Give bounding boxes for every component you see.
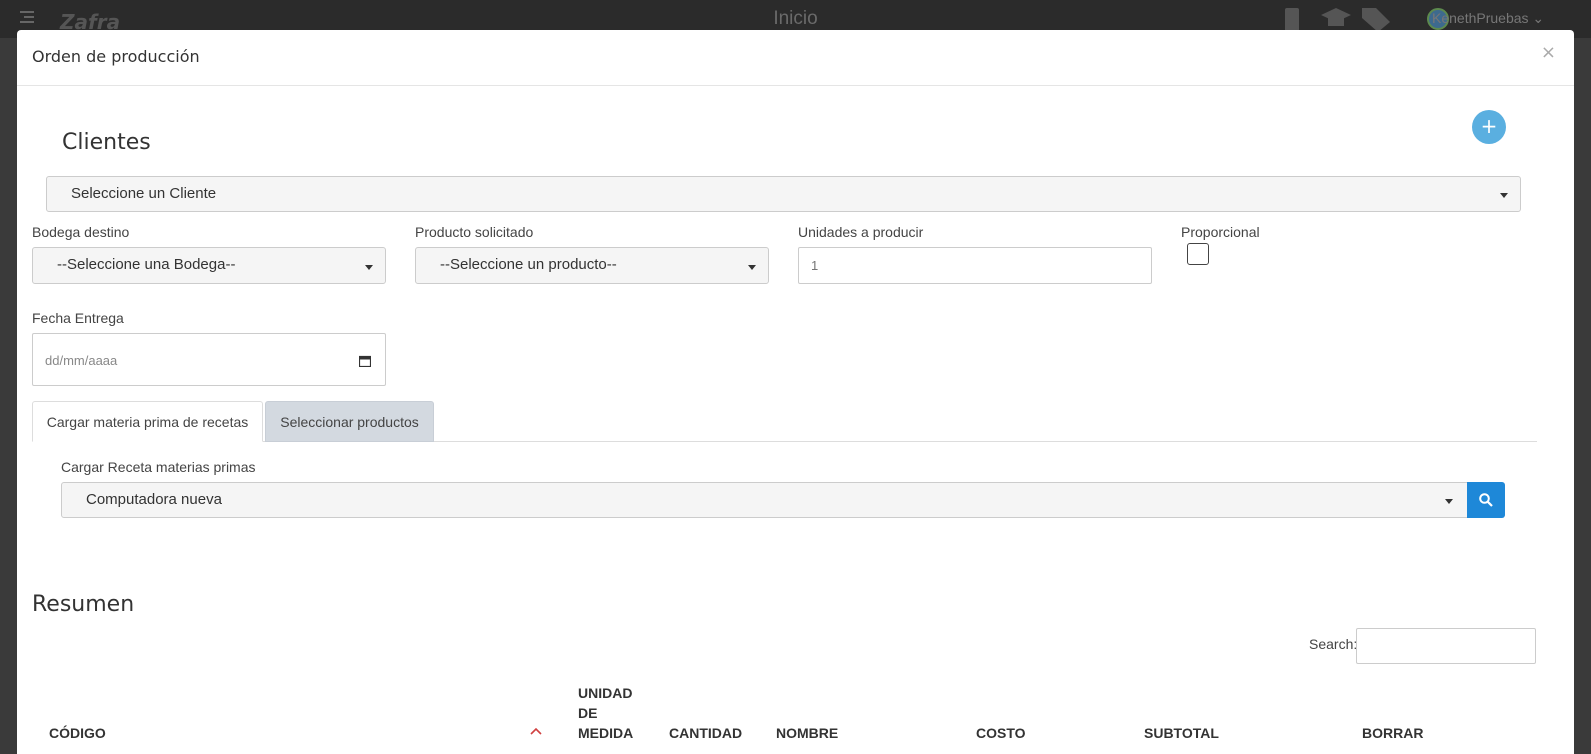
modal-title: Orden de producción [32,47,200,66]
tags-icon[interactable] [1362,8,1392,32]
chevron-down-icon [365,265,373,270]
tab-seleccionar-productos[interactable]: Seleccionar productos [265,401,434,442]
clientes-heading: Clientes [62,130,151,155]
column-header-borrar[interactable]: BORRAR [1362,723,1423,743]
resumen-heading: Resumen [32,592,135,617]
column-header-codigo[interactable]: CÓDIGO [49,723,106,743]
unidades-label: Unidades a producir [798,224,924,240]
fecha-placeholder: dd/mm/aaaa [45,353,118,368]
add-client-button[interactable]: + [1472,110,1506,144]
column-header-subtotal[interactable]: SUBTOTAL [1144,723,1219,743]
chevron-down-icon [748,265,756,270]
search-icon [1479,493,1493,507]
unidades-input[interactable] [798,247,1152,284]
production-order-modal: Orden de producción × Clientes + Selecci… [17,30,1574,754]
modal-backdrop [1573,38,1591,754]
receta-select-value: Computadora nueva [86,491,222,508]
producto-label: Producto solicitado [415,224,534,240]
search-recipe-button[interactable] [1467,482,1505,518]
graduation-cap-icon[interactable] [1321,8,1351,30]
proporcional-checkbox[interactable] [1187,243,1209,265]
producto-select-value: --Seleccione un producto-- [440,256,617,273]
column-header-nombre[interactable]: NOMBRE [776,723,838,743]
close-icon[interactable]: × [1541,42,1556,63]
user-menu[interactable]: KenethPruebas ⌄ [1432,10,1544,27]
fecha-input[interactable]: dd/mm/aaaa [32,333,386,386]
chevron-down-icon [1500,193,1508,198]
bodega-select[interactable]: --Seleccione una Bodega-- [32,247,386,284]
receta-label: Cargar Receta materias primas [61,459,256,475]
chevron-down-icon [1445,499,1453,504]
column-header-unidad[interactable]: UNIDAD DE MEDIDA [578,683,638,743]
page-title: Inicio [773,8,818,29]
bodega-label: Bodega destino [32,224,130,240]
calendar-icon[interactable] [359,355,371,367]
mobile-icon[interactable] [1283,8,1301,32]
proporcional-label: Proporcional [1181,224,1260,240]
column-header-costo[interactable]: COSTO [976,723,1026,743]
receta-select[interactable]: Computadora nueva [61,482,1468,518]
bodega-select-value: --Seleccione una Bodega-- [57,256,236,273]
producto-select[interactable]: --Seleccione un producto-- [415,247,769,284]
client-select[interactable]: Seleccione un Cliente [46,176,1521,212]
tab-cargar-materia-prima[interactable]: Cargar materia prima de recetas [32,401,263,442]
column-header-cantidad[interactable]: CANTIDAD [669,723,742,743]
sort-asc-icon[interactable] [530,727,542,735]
client-select-value: Seleccione un Cliente [71,185,217,202]
modal-header: Orden de producción × [17,30,1574,86]
search-label: Search: [1309,636,1358,652]
fecha-label: Fecha Entrega [32,310,124,326]
table-search-input[interactable] [1356,628,1536,664]
